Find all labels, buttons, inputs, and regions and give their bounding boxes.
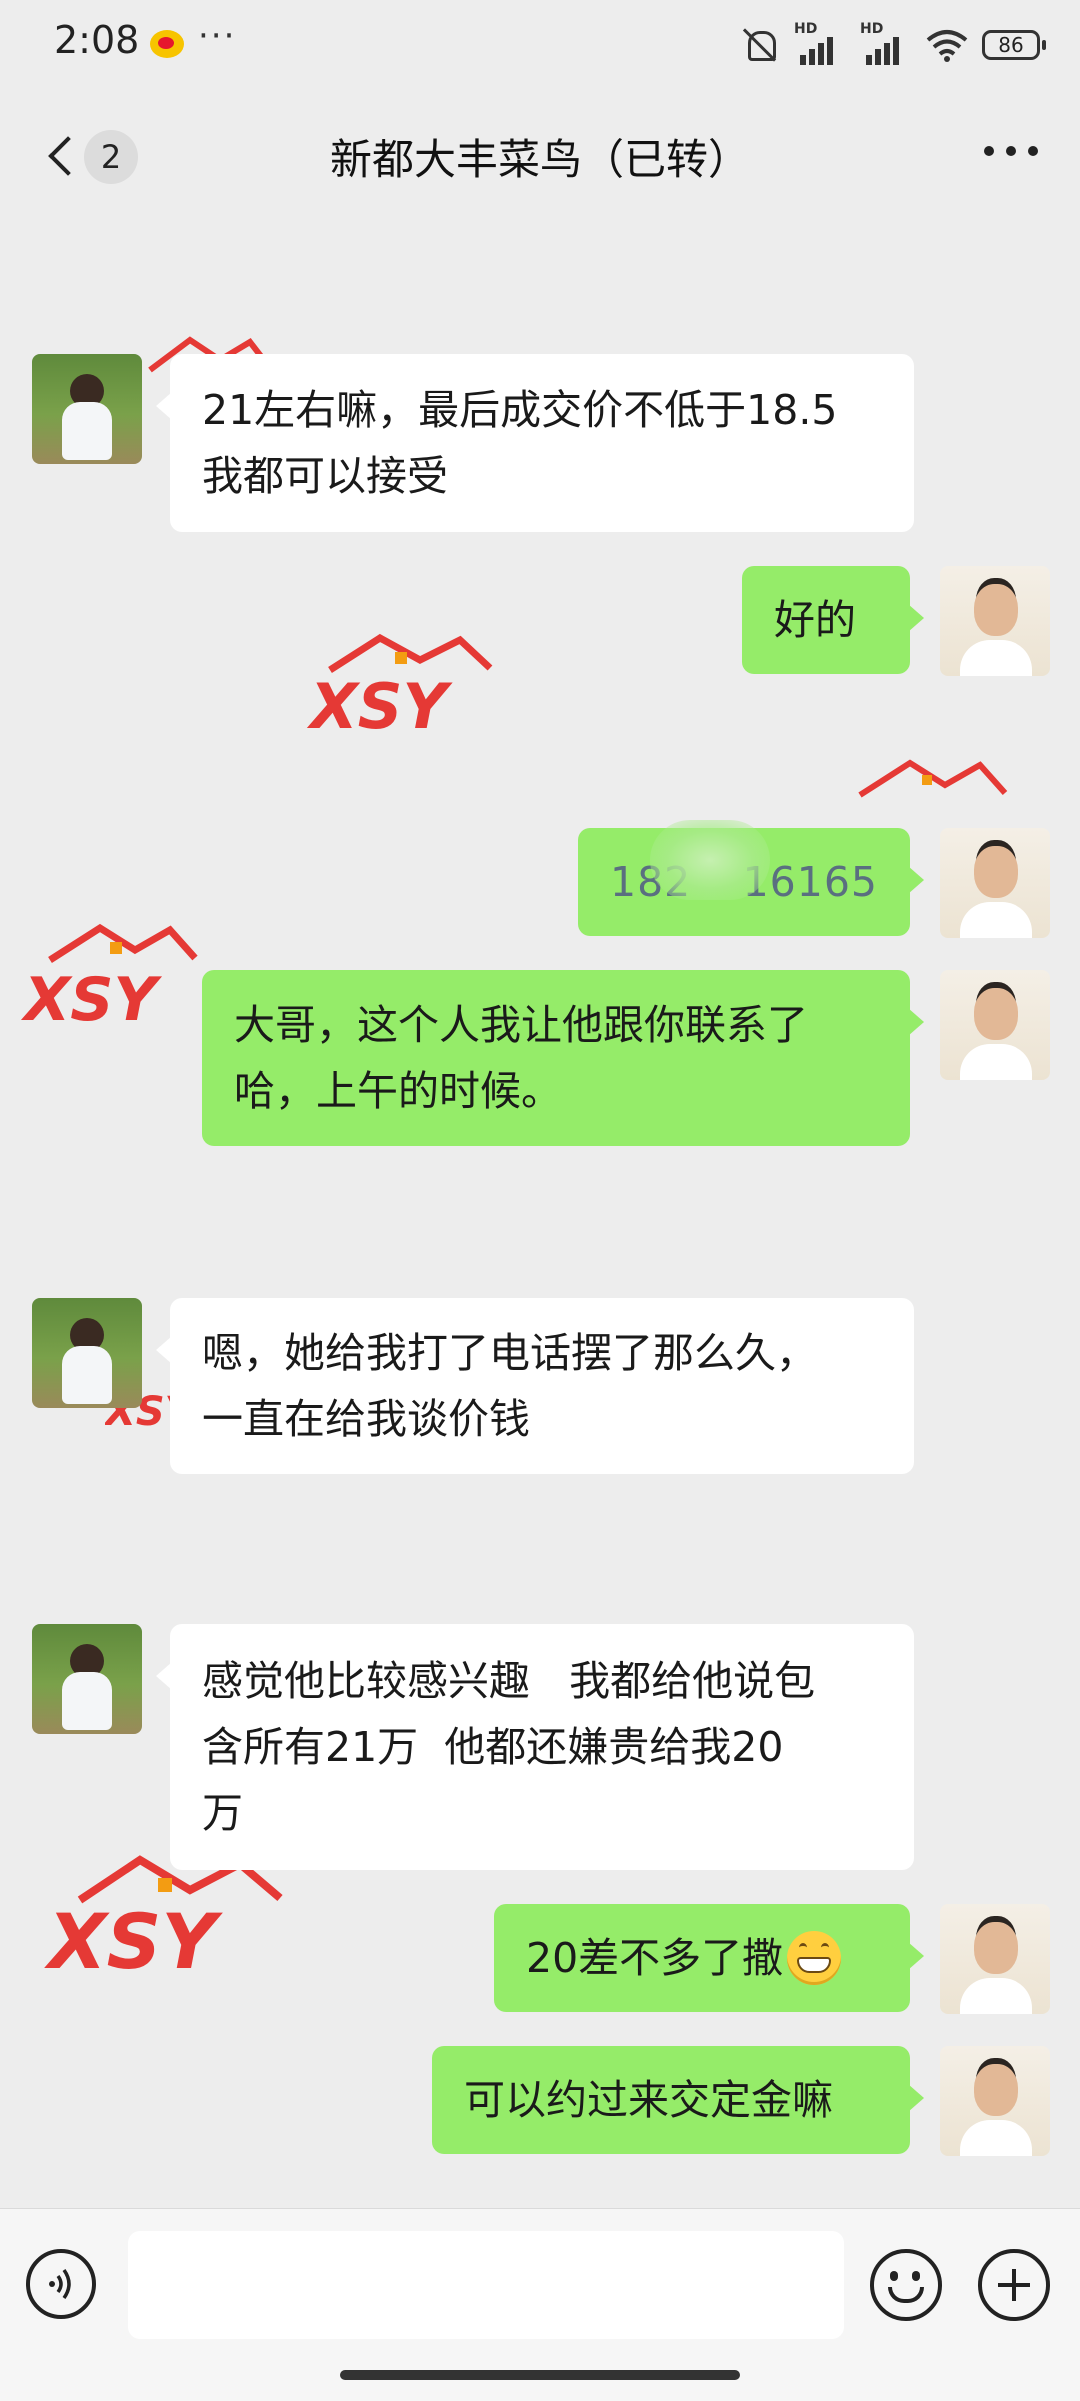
message-text: 可以约过来交定金嘛	[464, 2076, 833, 2124]
status-more-icon: ···	[198, 16, 237, 56]
message-text: 大哥，这个人我让他跟你联系了 哈，上午的时候。	[234, 1001, 808, 1115]
self-avatar[interactable]	[940, 2046, 1050, 2156]
watermark-logo: XSY	[306, 633, 493, 740]
self-avatar[interactable]	[940, 828, 1050, 938]
message-bubble-outgoing[interactable]: 好的	[742, 566, 924, 674]
chat-header: 2 新都大丰菜鸟（已转）	[0, 90, 1080, 220]
message-bubble-outgoing[interactable]: 大哥，这个人我让他跟你联系了 哈，上午的时候。	[202, 970, 924, 1146]
signal-hd-label: HD	[794, 21, 818, 37]
status-icons: HD HD 86	[740, 21, 1046, 68]
message-text: 感觉他比较感兴趣 我都给他说包 含所有21万 他都还嫌贵给我20 万	[202, 1657, 816, 1837]
signal-icon: HD	[794, 21, 846, 65]
message-input[interactable]	[128, 2231, 844, 2339]
plus-icon[interactable]	[978, 2249, 1050, 2321]
message-bubble-incoming[interactable]: 21左右嘛，最后成交价不低于18.5 我都可以接受	[156, 354, 914, 532]
more-icon[interactable]	[984, 146, 1040, 158]
signal-hd-label: HD	[860, 21, 884, 37]
message-bubble-outgoing[interactable]: 可以约过来交定金嘛	[432, 2046, 924, 2154]
wifi-icon	[926, 28, 968, 62]
redaction-blur	[650, 820, 770, 900]
watermark-text: XSY	[306, 670, 453, 740]
message-bubble-incoming[interactable]: 感觉他比较感兴趣 我都给他说包 含所有21万 他都还嫌贵给我20 万	[156, 1624, 914, 1870]
battery-icon: 86	[982, 30, 1046, 60]
mute-icon	[740, 25, 780, 65]
contact-avatar[interactable]	[32, 1298, 142, 1408]
message-text: 20差不多了撒	[526, 1934, 784, 1982]
emoji-icon[interactable]	[870, 2249, 942, 2321]
message-bubble-incoming[interactable]: 嗯，她给我打了电话摆了那么久， 一直在给我谈价钱	[156, 1298, 914, 1474]
contact-avatar[interactable]	[32, 354, 142, 464]
signal-icon: HD	[860, 21, 912, 65]
home-indicator[interactable]	[340, 2370, 740, 2380]
watermark-text: XSY	[20, 965, 162, 1030]
voice-icon[interactable]	[26, 2249, 96, 2319]
message-text: 嗯，她给我打了电话摆了那么久， 一直在给我谈价钱	[202, 1329, 817, 1443]
chat-title: 新都大丰菜鸟（已转）	[329, 135, 750, 184]
self-avatar[interactable]	[940, 970, 1050, 1080]
self-avatar[interactable]	[940, 1904, 1050, 2014]
message-bubble-outgoing[interactable]: 20差不多了撒	[494, 1904, 924, 2012]
status-bar: 2:08 ··· HD HD 86	[0, 0, 1080, 90]
watermark-logo: XSY	[20, 923, 198, 1030]
grin-emoji-icon	[787, 1931, 842, 1985]
message-text: 好的	[774, 596, 856, 644]
weibo-icon	[150, 30, 184, 58]
contact-avatar[interactable]	[32, 1624, 142, 1734]
watermark-text: XSY	[44, 1897, 223, 1980]
self-avatar[interactable]	[940, 566, 1050, 676]
status-time: 2:08	[54, 18, 140, 62]
message-text: 21左右嘛，最后成交价不低于18.5 我都可以接受	[202, 386, 838, 500]
